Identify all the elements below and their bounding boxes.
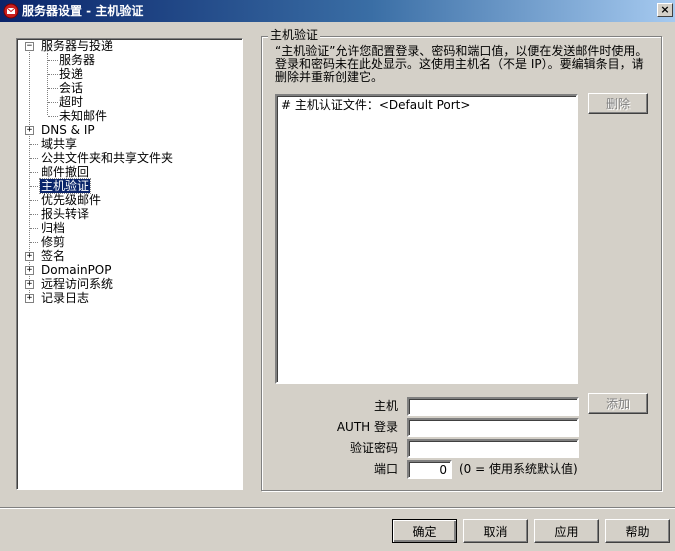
tree-item-ras[interactable]: 远程访问系统 <box>40 277 114 291</box>
tree-item-domain-sharing[interactable]: 域共享 <box>40 137 78 151</box>
tree-item-label: 主机验证 <box>38 178 92 194</box>
collapse-icon[interactable]: − <box>25 42 34 51</box>
tree-item-server[interactable]: 服务器 <box>58 53 96 67</box>
expand-icon[interactable]: + <box>25 126 34 135</box>
tree-item-label: 修剪 <box>41 235 66 249</box>
tree-line <box>30 172 38 173</box>
tree-item-archiving[interactable]: 归档 <box>40 221 66 235</box>
tree-line <box>47 53 48 115</box>
tree-line <box>48 102 58 103</box>
tree-line <box>30 242 38 243</box>
tree-item-server-delivery[interactable]: 服务器与投递 <box>40 39 114 53</box>
tree-item-label: 远程访问系统 <box>41 277 114 291</box>
auth-login-label: AUTH 登录 <box>336 420 398 434</box>
help-button[interactable]: 帮助 <box>605 519 670 543</box>
list-item[interactable]: # 主机认证文件：<Default Port> <box>281 98 470 112</box>
tree-item-host-auth[interactable]: 主机验证 <box>38 178 92 194</box>
tree-item-signatures[interactable]: 签名 <box>40 249 66 263</box>
auth-login-input[interactable] <box>407 418 579 437</box>
tree-item-label: 投递 <box>59 67 84 81</box>
window-title: 服务器设置 - 主机验证 <box>22 4 144 18</box>
tree-item-label: 域共享 <box>41 137 78 151</box>
tree-item-pruning[interactable]: 修剪 <box>40 235 66 249</box>
tree-item-label: 归档 <box>41 221 66 235</box>
auth-password-input[interactable] <box>407 439 579 458</box>
tree-item-label: 会话 <box>59 81 84 95</box>
tree-item-label: DomainPOP <box>41 263 112 277</box>
tree-item-logging[interactable]: 记录日志 <box>40 291 90 305</box>
tree-item-label: 报头转译 <box>41 207 90 221</box>
tree-item-priority-mail[interactable]: 优先级邮件 <box>40 193 102 207</box>
tree-line <box>48 74 58 75</box>
cancel-button[interactable]: 取消 <box>463 519 528 543</box>
tree-line <box>30 228 38 229</box>
port-label: 端口 <box>373 462 398 476</box>
close-button[interactable]: × <box>657 3 673 17</box>
tree-item-domainpop[interactable]: DomainPOP <box>40 263 112 277</box>
description-text: “主机验证”允许您配置登录、密码和端口值，以便在发送邮件时使用。登录和密码未在此… <box>275 44 648 84</box>
tree-item-sessions[interactable]: 会话 <box>58 81 84 95</box>
tree-item-label: 优先级邮件 <box>41 193 102 207</box>
expand-icon[interactable]: + <box>25 294 34 303</box>
tree-item-label: 邮件撤回 <box>41 165 90 179</box>
tree-item-label: 服务器与投递 <box>41 39 114 53</box>
title-bar: 服务器设置 - 主机验证 × <box>0 0 675 22</box>
app-icon <box>3 3 19 19</box>
tree-item-label: DNS & IP <box>41 123 95 137</box>
tree-line <box>48 116 58 117</box>
tree-item-message-recall[interactable]: 邮件撤回 <box>40 165 90 179</box>
host-auth-list[interactable]: # 主机认证文件：<Default Port> <box>275 94 578 384</box>
delete-button[interactable]: 删除 <box>588 93 648 114</box>
add-button[interactable]: 添加 <box>588 393 648 414</box>
tree-line <box>30 186 38 187</box>
ok-button[interactable]: 确定 <box>392 519 457 543</box>
tree-item-label: 服务器 <box>59 53 96 67</box>
settings-tree[interactable]: − 服务器与投递 服务器 投递 会话 超时 未知邮件 + DNS & IP 域共… <box>16 38 243 490</box>
tree-line <box>48 60 58 61</box>
expand-icon[interactable]: + <box>25 266 34 275</box>
tree-line <box>30 200 38 201</box>
port-input[interactable] <box>407 460 452 479</box>
tree-line <box>30 214 38 215</box>
tree-item-timeouts[interactable]: 超时 <box>58 95 84 109</box>
tree-item-label: 未知邮件 <box>59 109 108 123</box>
tree-item-label: 记录日志 <box>41 291 90 305</box>
tree-line <box>30 158 38 159</box>
close-icon: × <box>660 3 670 16</box>
tree-item-label: 签名 <box>41 249 66 263</box>
tree-line <box>30 144 38 145</box>
auth-password-label: 验证密码 <box>349 441 398 455</box>
host-label: 主机 <box>373 399 398 413</box>
tree-item-public-shared-folders[interactable]: 公共文件夹和共享文件夹 <box>40 151 174 165</box>
footer-separator <box>0 507 675 509</box>
host-input[interactable] <box>407 397 579 416</box>
expand-icon[interactable]: + <box>25 280 34 289</box>
tree-item-dns-ip[interactable]: DNS & IP <box>40 123 96 137</box>
tree-item-header-translation[interactable]: 报头转译 <box>40 207 90 221</box>
tree-item-label: 超时 <box>59 95 84 109</box>
tree-line <box>48 88 58 89</box>
expand-icon[interactable]: + <box>25 252 34 261</box>
tree-item-unknown-mail[interactable]: 未知邮件 <box>58 109 108 123</box>
apply-button[interactable]: 应用 <box>534 519 599 543</box>
group-title: 主机验证 <box>268 28 321 42</box>
tree-item-label: 公共文件夹和共享文件夹 <box>41 151 174 165</box>
tree-item-delivery[interactable]: 投递 <box>58 67 84 81</box>
port-hint: (0 = 使用系统默认值) <box>459 462 578 476</box>
